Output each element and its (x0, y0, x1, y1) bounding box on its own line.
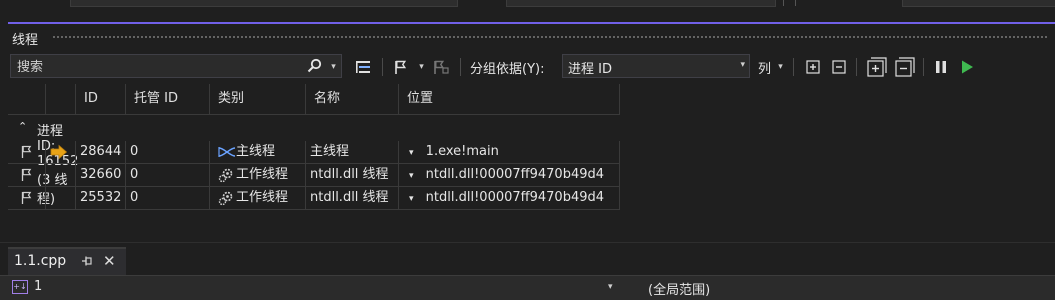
title-grip[interactable] (52, 35, 1048, 40)
flag-icon[interactable] (392, 58, 410, 76)
divider (8, 114, 620, 115)
chevron-down-icon: ▾ (608, 282, 613, 292)
category-cell: 工作线程 (210, 187, 306, 209)
column-header-id[interactable]: ID (76, 84, 126, 114)
global-scope-dropdown[interactable]: (全局范围) (648, 279, 710, 298)
thread-name: ntdll.dll 线程 (306, 187, 399, 209)
category-cell: 工作线程 (210, 164, 306, 186)
navigation-bar: +↓ 1 ▾ (全局范围) (0, 275, 1055, 300)
location-text: 1.exe!main (425, 144, 499, 159)
column-header-category[interactable]: 类别 (210, 84, 306, 114)
project-icon: +↓ (12, 280, 28, 294)
current-thread-arrow-icon (50, 144, 68, 160)
window-title-bar[interactable]: 线程 (8, 26, 1055, 48)
expand-callstacks-icon[interactable] (866, 57, 888, 77)
thread-id: 32660 (76, 164, 126, 186)
location-cell[interactable]: ▾ ntdll.dll!00007ff9470b49d4 (399, 164, 620, 186)
window-title: 线程 (12, 33, 39, 48)
group-by-select[interactable]: 进程 ID ▾ (562, 54, 750, 78)
location-cell[interactable]: ▾ ntdll.dll!00007ff9470b49d4 (399, 187, 620, 209)
flag-icon[interactable] (20, 191, 34, 205)
play-icon[interactable] (958, 58, 976, 76)
document-tab-label: 1.1.cpp (14, 253, 67, 269)
search-input[interactable] (11, 55, 309, 79)
divider (382, 58, 383, 76)
main-thread-icon (218, 147, 236, 157)
collapse-callstacks-icon[interactable] (894, 57, 916, 77)
flag-cell[interactable] (8, 187, 46, 209)
current-thread-cell (46, 164, 76, 186)
divider (460, 58, 461, 76)
search-options-chevron-icon[interactable]: ▾ (329, 60, 338, 74)
document-tab-bar: 1.1.cpp ✕ (0, 242, 1055, 275)
location-cell[interactable]: ▾ 1.exe!main (399, 141, 620, 163)
column-header-flag[interactable] (8, 84, 46, 114)
thread-id: 28644 (76, 141, 126, 163)
active-window-accent (8, 22, 1055, 24)
column-header-current[interactable] (46, 84, 76, 114)
columns-chevron-icon[interactable]: ▾ (776, 60, 785, 74)
flag-icon[interactable] (20, 168, 34, 182)
location-text: ntdll.dll!00007ff9470b49d4 (425, 167, 605, 182)
chevron-down-icon[interactable]: ▾ (409, 194, 414, 204)
flag-icon[interactable] (20, 145, 34, 159)
category-label: 工作线程 (236, 167, 289, 182)
threads-grid: ID 托管 ID 类别 名称 位置 ⌃ 进程 ID: 16152 (3 线程) … (8, 84, 1055, 214)
upper-field[interactable] (70, 0, 458, 7)
close-icon[interactable]: ✕ (103, 252, 116, 270)
managed-id: 0 (126, 187, 210, 209)
column-header-managed-id[interactable]: 托管 ID (126, 84, 210, 114)
flag-just-my-code-icon[interactable] (432, 58, 450, 76)
pause-icon[interactable] (932, 58, 950, 76)
thread-row[interactable]: 32660 0 工作线程 ntdll.dll 线程 ▾ ntdll.dll!00… (8, 164, 620, 186)
thread-name: 主线程 (306, 141, 399, 163)
chevron-up-icon[interactable]: ⌃ (18, 120, 27, 133)
divider (8, 209, 620, 210)
category-label: 工作线程 (236, 190, 289, 205)
divider (795, 0, 796, 6)
collapse-all-icon[interactable] (830, 58, 848, 76)
thread-row[interactable]: 25532 0 工作线程 ntdll.dll 线程 ▾ ntdll.dll!00… (8, 187, 620, 209)
upper-toolbar-fragment (0, 0, 1055, 22)
chevron-down-icon: ▾ (740, 60, 745, 70)
category-label: 主线程 (236, 144, 276, 159)
divider (783, 0, 784, 6)
flag-chevron-icon[interactable]: ▾ (417, 60, 426, 74)
threads-toolbar: ▾ ▾ 分组依据(Y): 进程 ID ▾ 列 ▾ (8, 52, 1055, 80)
document-tab[interactable]: 1.1.cpp ✕ (8, 247, 126, 275)
search-icon[interactable] (305, 57, 323, 75)
divider (923, 58, 924, 76)
column-header-location[interactable]: 位置 (399, 84, 620, 114)
column-header-name[interactable]: 名称 (306, 84, 399, 114)
group-by-value: 进程 ID (568, 62, 612, 77)
search-box: ▾ (10, 54, 342, 79)
thread-name: ntdll.dll 线程 (306, 164, 399, 186)
thread-id: 25532 (76, 187, 126, 209)
upper-field[interactable] (902, 0, 1055, 7)
managed-id: 0 (126, 164, 210, 186)
pin-icon[interactable] (81, 255, 95, 269)
group-expand-icon[interactable] (354, 58, 372, 76)
chevron-down-icon[interactable]: ▾ (409, 171, 414, 181)
worker-thread-icon (218, 191, 233, 206)
threads-window: 线程 ▾ ▾ 分组依据(Y): 进程 ID ▾ 列 ▾ (8, 22, 1055, 238)
group-by-label: 分组依据(Y): (470, 62, 545, 77)
location-text: ntdll.dll!00007ff9470b49d4 (425, 190, 605, 205)
divider (856, 58, 857, 76)
managed-id: 0 (126, 141, 210, 163)
flag-cell[interactable] (8, 164, 46, 186)
divider (793, 58, 794, 76)
upper-field[interactable] (506, 0, 776, 7)
project-scope-value: 1 (34, 279, 43, 294)
columns-menu-label[interactable]: 列 (758, 58, 771, 77)
project-scope-dropdown[interactable]: +↓ 1 ▾ (8, 278, 622, 298)
chevron-down-icon[interactable]: ▾ (409, 148, 414, 158)
expand-all-icon[interactable] (804, 58, 822, 76)
thread-row[interactable]: 28644 0 主线程 主线程 ▾ 1.exe!main (8, 141, 620, 163)
worker-thread-icon (218, 168, 233, 183)
current-thread-cell (46, 187, 76, 209)
flag-cell[interactable] (8, 141, 46, 163)
current-thread-cell (46, 141, 76, 163)
category-cell: 主线程 (210, 141, 306, 163)
